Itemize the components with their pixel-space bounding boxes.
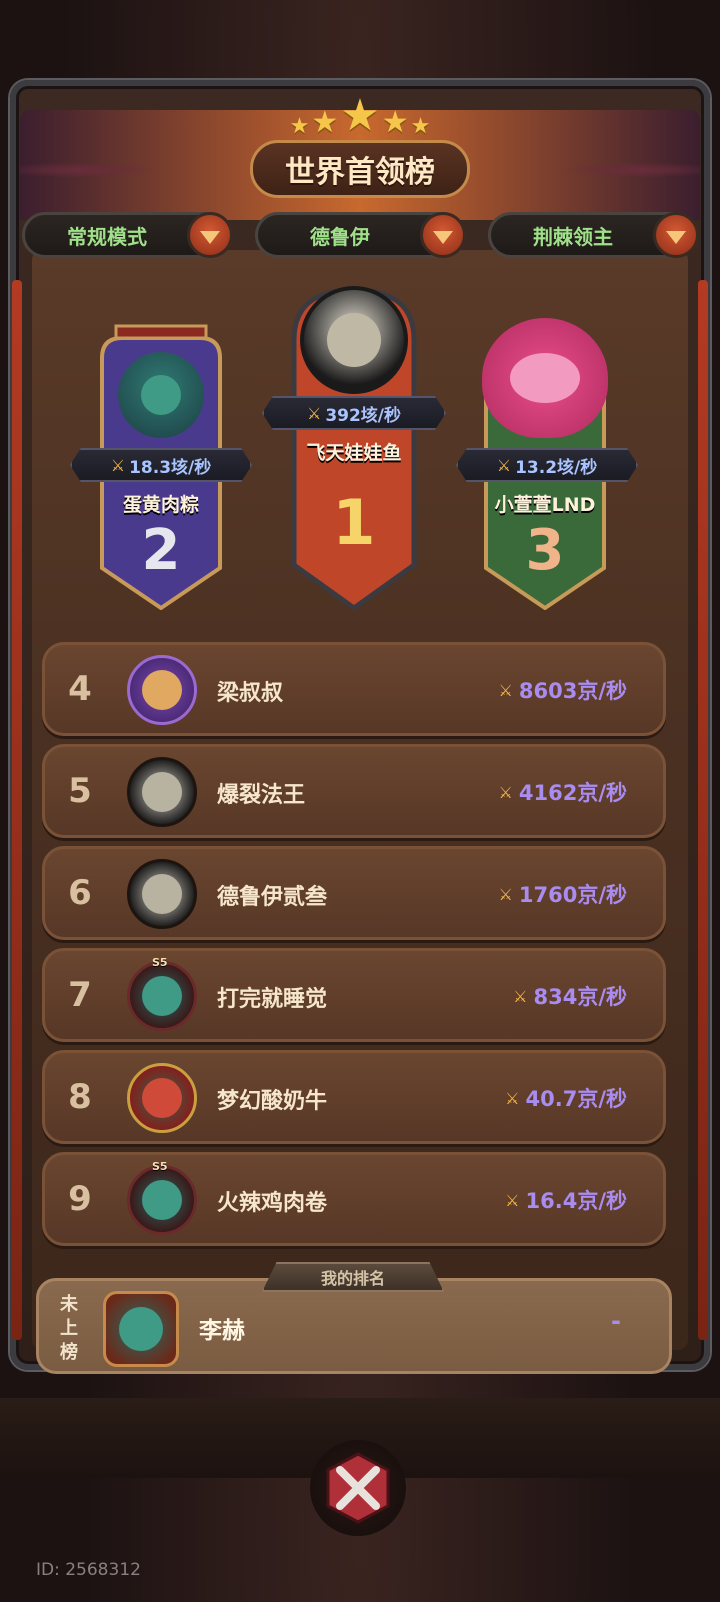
- season-badge: S5: [152, 956, 168, 969]
- row-rank: 4: [68, 669, 92, 709]
- row-rank: 9: [68, 1179, 92, 1219]
- crossed-swords-icon: ⚔: [505, 1190, 520, 1210]
- player-name: 打完就睡觉: [217, 987, 328, 1012]
- score: ⚔ 1760京/秒: [499, 879, 627, 909]
- score: ⚔ 16.4京/秒: [505, 1185, 627, 1215]
- player-name: 德鲁伊贰叁: [217, 885, 328, 910]
- podium-first[interactable]: 飞天娃娃鱼 1: [288, 280, 420, 610]
- avatar: [127, 859, 197, 929]
- score-tag: ⚔ 392垓/秒: [262, 396, 446, 430]
- heart-icon: [510, 353, 580, 403]
- player-name: 小萱萱LND: [494, 494, 596, 516]
- score-value: 1760京/秒: [518, 883, 627, 907]
- chevron-down-icon[interactable]: [420, 212, 466, 258]
- player-name: 梁叔叔: [217, 681, 284, 706]
- druid-icon: [142, 772, 182, 812]
- avatar: [300, 286, 408, 394]
- score-tag: ⚔ 18.3垓/秒: [70, 448, 252, 482]
- player-name: 蛋黄肉粽: [122, 494, 199, 516]
- score-value: 4162京/秒: [518, 781, 627, 805]
- player-name: 爆裂法王: [217, 783, 306, 808]
- avatar: [118, 352, 204, 438]
- score-value: 18.3垓/秒: [129, 457, 212, 478]
- ranking-row[interactable]: 7 S5 打完就睡觉 ⚔ 834京/秒: [42, 948, 666, 1042]
- ranking-row[interactable]: 4 梁叔叔 ⚔ 8603京/秒: [42, 642, 666, 736]
- close-button[interactable]: [310, 1440, 406, 1536]
- avatar: [127, 757, 197, 827]
- score: ⚔ 834京/秒: [513, 981, 627, 1011]
- player-name: 飞天娃娃鱼: [306, 442, 402, 464]
- score-value: 40.7京/秒: [525, 1087, 627, 1111]
- ranking-row[interactable]: 5 爆裂法王 ⚔ 4162京/秒: [42, 744, 666, 838]
- crossed-swords-icon: ⚔: [498, 884, 513, 904]
- crossed-swords-icon: ⚔: [513, 986, 528, 1006]
- star-icon: ★: [340, 90, 380, 141]
- cat-mage-icon: [142, 670, 182, 710]
- score-value: 392垓/秒: [325, 405, 402, 426]
- filter-row: 常规模式 德鲁伊 荆棘领主: [22, 212, 699, 260]
- player-name: 梦幻酸奶牛: [217, 1089, 328, 1114]
- avatar: S5: [127, 1160, 197, 1235]
- avatar: [127, 1063, 197, 1133]
- season-badge: S5: [152, 1160, 168, 1173]
- druid-icon: [327, 313, 381, 367]
- row-rank: 6: [68, 873, 92, 913]
- class-select[interactable]: 德鲁伊: [255, 212, 466, 258]
- ranking-row[interactable]: 6 德鲁伊贰叁 ⚔ 1760京/秒: [42, 846, 666, 940]
- avatar: [127, 655, 197, 725]
- rank-number: 2: [141, 518, 181, 583]
- chevron-down-icon[interactable]: [187, 212, 233, 258]
- player-name: 火辣鸡肉卷: [217, 1191, 328, 1216]
- score: ⚔ 4162京/秒: [499, 777, 627, 807]
- star-icon: ★: [381, 105, 409, 140]
- row-rank: 5: [68, 771, 92, 811]
- knight-icon: [141, 375, 181, 415]
- festive-icon: [142, 1078, 182, 1118]
- rank-number: 3: [525, 518, 565, 583]
- row-rank: 7: [68, 975, 92, 1015]
- crossed-swords-icon: ⚔: [505, 1088, 520, 1108]
- rank-number: 1: [332, 486, 376, 559]
- knight-icon: [142, 976, 182, 1016]
- knight-icon: [142, 1180, 182, 1220]
- score-value: 16.4京/秒: [525, 1189, 627, 1213]
- chevron-down-icon[interactable]: [653, 212, 699, 258]
- my-player-name: 李赫: [199, 1318, 245, 1344]
- circus-knight-icon: [119, 1307, 163, 1351]
- row-rank: 8: [68, 1077, 92, 1117]
- crossed-swords-icon: ⚔: [498, 680, 513, 700]
- unranked-status: 未上榜: [60, 1294, 78, 1363]
- frame-rail-right: [698, 280, 708, 1340]
- score-value: 834京/秒: [533, 985, 627, 1009]
- score-value: 13.2垓/秒: [515, 457, 598, 478]
- star-icon: ★: [311, 105, 339, 140]
- score-tag: ⚔ 13.2垓/秒: [456, 448, 638, 482]
- avatar: S5: [127, 956, 197, 1031]
- druid-icon: [142, 874, 182, 914]
- my-score: -: [611, 1307, 621, 1335]
- star-icon: ★: [289, 114, 310, 139]
- score: ⚔ 8603京/秒: [499, 675, 627, 705]
- score-value: 8603京/秒: [518, 679, 627, 703]
- star-icon: ★: [410, 114, 431, 139]
- my-rank-tab: 我的排名: [262, 1262, 444, 1292]
- boss-select[interactable]: 荆棘领主: [488, 212, 699, 258]
- crossed-swords-icon: ⚔: [496, 455, 512, 475]
- page-title: 世界首领榜: [250, 140, 470, 198]
- avatar: [103, 1291, 179, 1367]
- ranking-row[interactable]: 8 梦幻酸奶牛 ⚔ 40.7京/秒: [42, 1050, 666, 1144]
- score: ⚔ 40.7京/秒: [505, 1083, 627, 1113]
- ranking-row[interactable]: 9 S5 火辣鸡肉卷 ⚔ 16.4京/秒: [42, 1152, 666, 1246]
- close-icon: [326, 1452, 390, 1524]
- stars-decoration: ★ ★ ★ ★ ★: [260, 88, 460, 138]
- avatar: [482, 318, 608, 438]
- player-id: ID: 2568312: [36, 1560, 141, 1580]
- crossed-swords-icon: ⚔: [498, 782, 513, 802]
- crossed-swords-icon: ⚔: [306, 403, 322, 423]
- mode-select[interactable]: 常规模式: [22, 212, 233, 258]
- frame-rail-left: [12, 280, 22, 1340]
- my-ranking-row[interactable]: 未上榜 李赫 -: [36, 1278, 672, 1374]
- crossed-swords-icon: ⚔: [110, 455, 126, 475]
